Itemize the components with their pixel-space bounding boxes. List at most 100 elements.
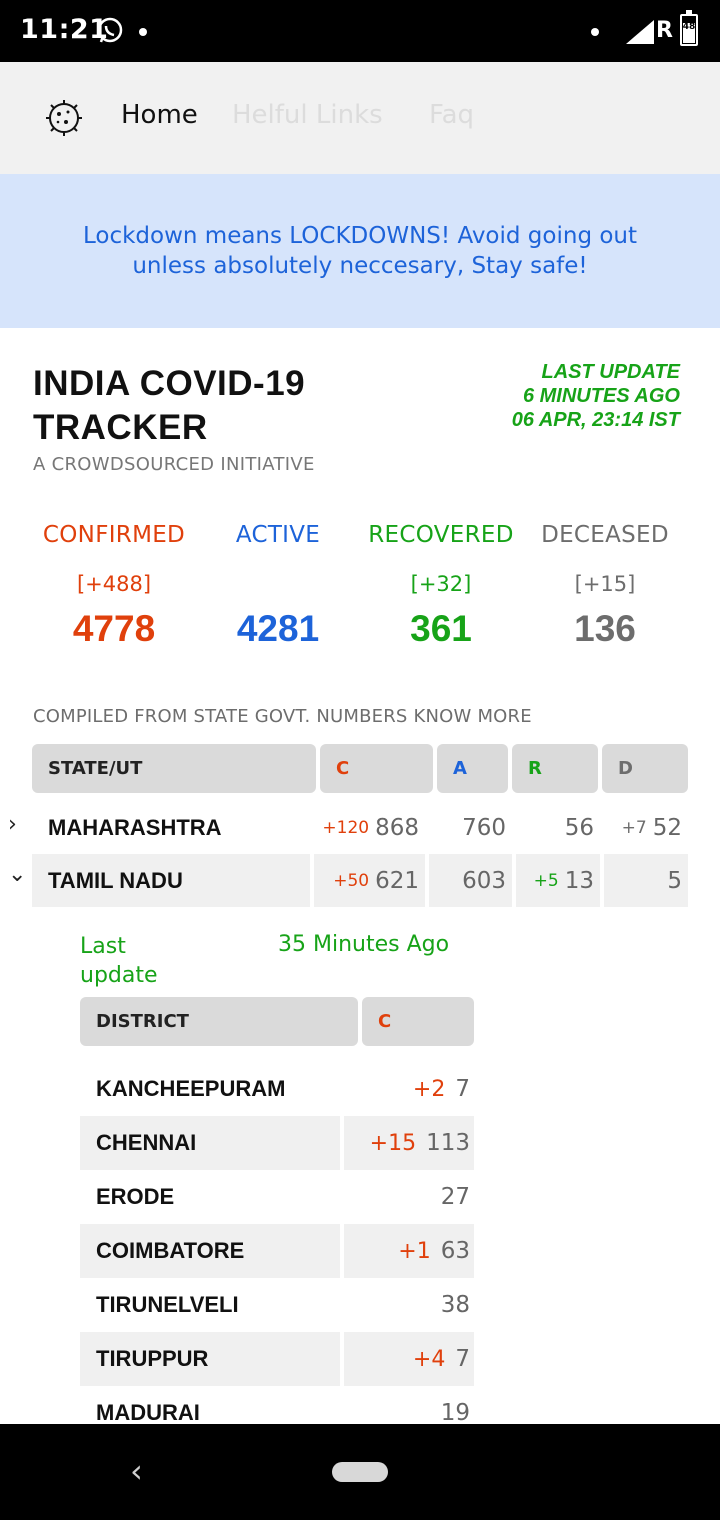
district-name: ERODE: [96, 1184, 175, 1209]
district-confirmed-cell: +2 7: [344, 1062, 474, 1116]
whatsapp-icon: [97, 17, 123, 43]
recovered-value: 361: [410, 608, 472, 649]
confirmed-delta: [+488]: [76, 572, 152, 596]
confirmed-count: 868: [375, 814, 419, 841]
district-last-update-value: 35 Minutes Ago: [278, 932, 450, 957]
deceased-delta: [+15]: [574, 572, 636, 596]
district-column-header[interactable]: DISTRICT: [80, 997, 358, 1046]
active-count: 760: [462, 814, 506, 841]
chevron-down-icon[interactable]: ⌄: [8, 862, 26, 887]
state-name: TAMIL NADU: [32, 854, 310, 907]
district-delta: +1: [398, 1238, 431, 1264]
district-name: KANCHEEPURAM: [96, 1076, 286, 1101]
state-row-maharashtra[interactable]: MAHARASHTRA +120 868 760 56 +7 52: [32, 801, 688, 854]
confirmed-column-header[interactable]: C: [320, 744, 433, 793]
recovered-count: 56: [564, 814, 594, 841]
state-name: MAHARASHTRA: [48, 814, 222, 840]
page-subtitle: A CROWDSOURCED INITIATIVE: [33, 454, 315, 475]
confirmed-label: CONFIRMED: [42, 522, 186, 548]
last-update-relative: 6 MINUTES AGO: [522, 385, 680, 407]
district-row: TIRUNELVELI 38: [80, 1278, 474, 1332]
district-name: CHENNAI: [80, 1116, 340, 1170]
district-row: KANCHEEPURAM +2 7: [80, 1062, 474, 1116]
roaming-indicator: R: [656, 18, 673, 43]
battery-icon: 48: [680, 10, 698, 46]
district-count: 38: [440, 1292, 470, 1318]
confirmed-count: 621: [375, 867, 419, 894]
battery-level: 48: [682, 22, 696, 32]
district-confirmed-column-header[interactable]: C: [362, 997, 474, 1046]
state-recovered-cell: +5 13: [516, 854, 600, 907]
virus-logo-icon[interactable]: [44, 98, 84, 138]
active-stat: ACTIVE 4281: [196, 522, 360, 650]
back-icon[interactable]: ‹: [130, 1452, 143, 1490]
deceased-label: DECEASED: [541, 522, 669, 548]
confirmed-delta: +120: [322, 817, 370, 838]
top-navbar: Home Helful Links Faq: [0, 62, 720, 174]
deceased-delta: +7: [621, 817, 647, 838]
deceased-count: 52: [652, 814, 682, 841]
district-confirmed-cell: +15 113: [344, 1116, 474, 1170]
state-recovered-cell: 56: [516, 801, 600, 854]
district-count: 113: [426, 1130, 470, 1156]
district-count: 7: [455, 1346, 470, 1372]
recovered-count: 13: [564, 867, 594, 894]
district-delta: +2: [412, 1076, 446, 1102]
deceased-count: 5: [667, 867, 682, 894]
confirmed-delta: +50: [333, 870, 370, 891]
district-count: 27: [440, 1184, 470, 1210]
active-column-header[interactable]: A: [437, 744, 508, 793]
chevron-right-icon[interactable]: ›: [8, 812, 17, 837]
district-last-update-label: Last update: [80, 932, 190, 990]
confirmed-value: 4778: [72, 608, 156, 649]
district-name: TIRUNELVELI: [96, 1292, 239, 1317]
nav-faq-link[interactable]: Faq: [429, 100, 474, 130]
compiled-note-link[interactable]: COMPILED FROM STATE GOVT. NUMBERS KNOW M…: [33, 706, 532, 727]
active-label: ACTIVE: [235, 522, 321, 548]
district-count: 63: [440, 1238, 470, 1264]
state-column-header[interactable]: STATE/UT: [32, 744, 316, 793]
deceased-stat: DECEASED [+15] 136: [523, 522, 687, 650]
signal-icon: [626, 20, 654, 44]
last-update-label: LAST UPDATE: [541, 361, 680, 383]
district-count: 7: [455, 1076, 470, 1102]
recovered-delta: [+32]: [410, 572, 472, 596]
last-update-time: 06 APR, 23:14 IST: [511, 409, 680, 431]
last-update-block: LAST UPDATE 6 MINUTES AGO 06 APR, 23:14 …: [512, 360, 680, 432]
active-delta: [196, 572, 360, 600]
district-row: COIMBATORE +1 63: [80, 1224, 474, 1278]
state-confirmed-cell: +50 621: [314, 854, 425, 907]
district-confirmed-cell: 27: [344, 1170, 474, 1224]
banner-text: Lockdown means LOCKDOWNS! Avoid going ou…: [82, 223, 638, 279]
state-confirmed-cell: +120 868: [314, 801, 425, 854]
district-confirmed-cell: +4 7: [344, 1332, 474, 1386]
district-row: ERODE 27: [80, 1170, 474, 1224]
home-gesture-pill[interactable]: [332, 1462, 388, 1482]
deceased-value: 136: [574, 608, 636, 649]
state-active-cell: 760: [429, 801, 512, 854]
active-count: 603: [462, 867, 506, 894]
district-confirmed-cell: +1 63: [344, 1224, 474, 1278]
recovered-label: RECOVERED: [368, 522, 514, 548]
state-row-tamil-nadu[interactable]: TAMIL NADU +50 621 603 +5 13 5: [32, 854, 688, 907]
nav-helpful-links-link[interactable]: Helful Links: [232, 100, 383, 130]
recovered-column-header[interactable]: R: [512, 744, 598, 793]
state-deceased-cell: 5: [604, 854, 688, 907]
page-title: INDIA COVID-19 TRACKER: [33, 364, 306, 447]
district-delta: +15: [369, 1130, 417, 1156]
notification-dot-icon: [591, 28, 599, 36]
district-last-update-text: Last update: [80, 934, 158, 988]
district-name: COIMBATORE: [80, 1224, 340, 1278]
state-active-cell: 603: [429, 854, 512, 907]
status-bar: 11:21 R 48: [0, 0, 720, 62]
district-delta: +4: [412, 1346, 446, 1372]
nav-home-link[interactable]: Home: [121, 100, 198, 130]
deceased-column-header[interactable]: D: [602, 744, 688, 793]
district-confirmed-cell: 38: [344, 1278, 474, 1332]
district-row: CHENNAI +15 113: [80, 1116, 474, 1170]
state-deceased-cell: +7 52: [604, 801, 688, 854]
district-row: TIRUPPUR +4 7: [80, 1332, 474, 1386]
active-value: 4281: [236, 608, 320, 649]
lockdown-banner: Lockdown means LOCKDOWNS! Avoid going ou…: [0, 174, 720, 328]
district-name: TIRUPPUR: [80, 1332, 340, 1386]
